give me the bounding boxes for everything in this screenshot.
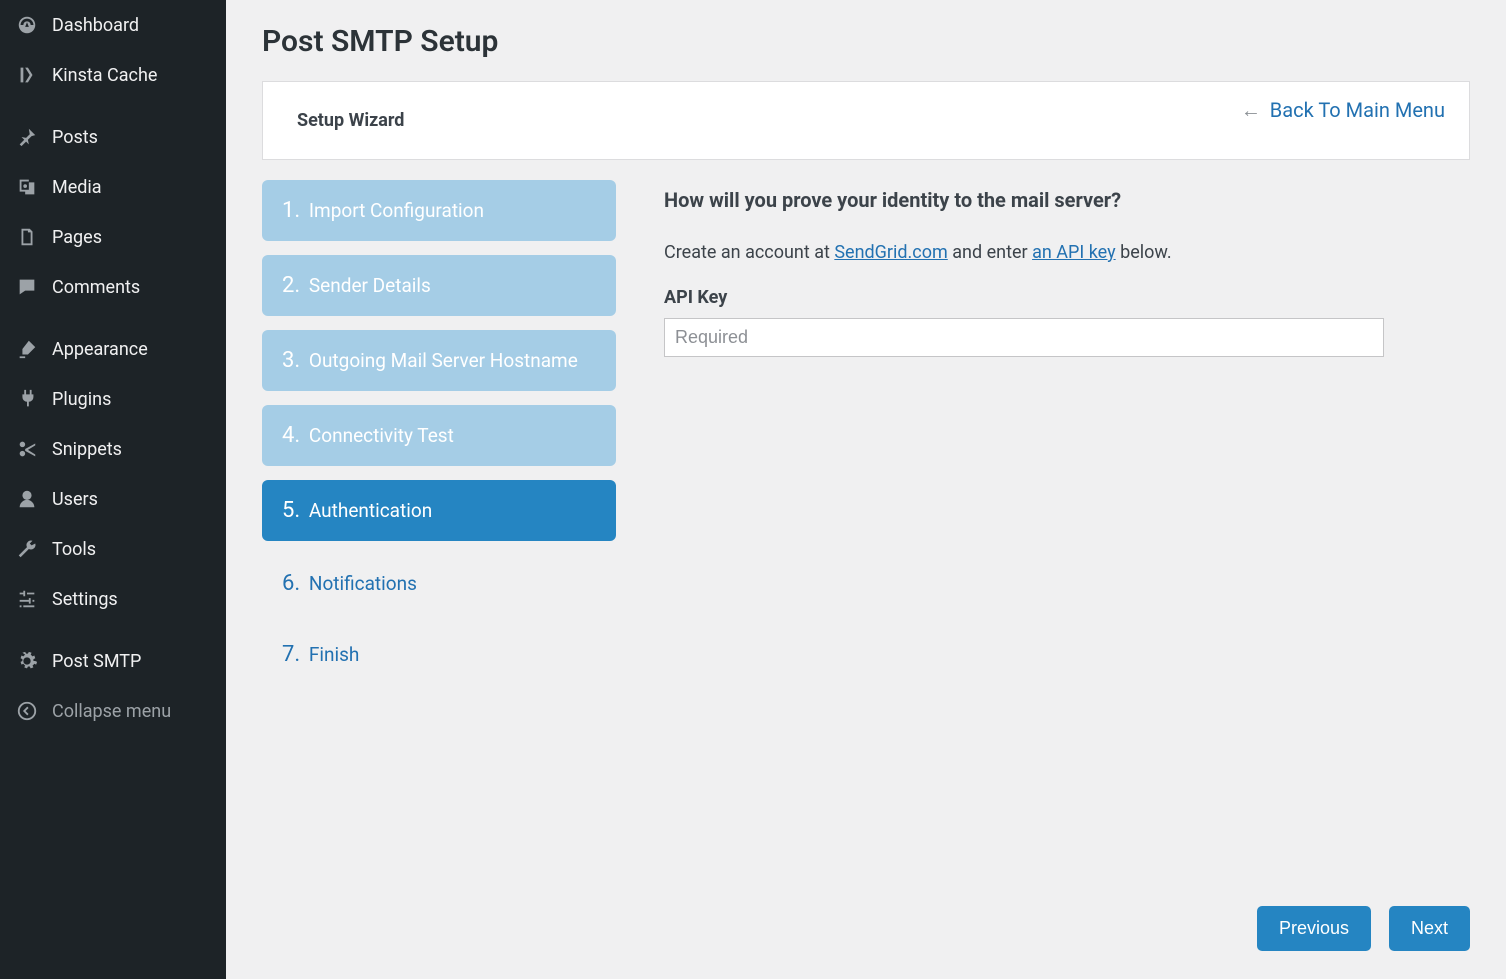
step-label: Import Configuration xyxy=(309,199,484,222)
wizard-step-1[interactable]: 1. Import Configuration xyxy=(262,180,616,241)
sidebar-item-media[interactable]: Media xyxy=(0,162,226,212)
sidebar-item-users[interactable]: Users xyxy=(0,474,226,524)
wizard-step-2[interactable]: 2. Sender Details xyxy=(262,255,616,316)
sidebar-item-label: Kinsta Cache xyxy=(52,65,157,86)
sidebar-item-label: Pages xyxy=(52,227,102,248)
api-key-link[interactable]: an API key xyxy=(1032,242,1116,263)
main-content: Post SMTP Setup ← Back To Main Menu Setu… xyxy=(226,0,1506,979)
wizard-steps: 1. Import Configuration 2. Sender Details… xyxy=(262,180,616,683)
sidebar-item-posts[interactable]: Posts xyxy=(0,112,226,162)
media-icon xyxy=(14,174,40,200)
sidebar-item-label: Snippets xyxy=(52,439,122,460)
step-label: Authentication xyxy=(309,499,432,522)
wizard-nav-buttons: Previous Next xyxy=(1257,906,1470,951)
comment-icon xyxy=(14,274,40,300)
step-label: Connectivity Test xyxy=(309,424,454,447)
step-number: 3. xyxy=(282,348,300,373)
collapse-label: Collapse menu xyxy=(52,701,171,722)
wizard-step-6[interactable]: 6. Notifications xyxy=(262,555,616,612)
sidebar-item-snippets[interactable]: Snippets xyxy=(0,424,226,474)
step-number: 2. xyxy=(282,273,300,298)
step-label: Finish xyxy=(309,643,360,666)
sidebar-item-label: Users xyxy=(52,489,98,510)
page-title: Post SMTP Setup xyxy=(262,24,1470,59)
sendgrid-link[interactable]: SendGrid.com xyxy=(834,242,947,263)
step-number: 1. xyxy=(282,198,300,223)
pages-icon xyxy=(14,224,40,250)
setup-panel: ← Back To Main Menu Setup Wizard xyxy=(262,81,1470,160)
sidebar-item-post-smtp[interactable]: Post SMTP xyxy=(0,636,226,686)
wizard-step-4[interactable]: 4. Connectivity Test xyxy=(262,405,616,466)
sidebar-item-label: Settings xyxy=(52,589,118,610)
sidebar-item-comments[interactable]: Comments xyxy=(0,262,226,312)
step-label: Outgoing Mail Server Hostname xyxy=(309,349,578,372)
api-key-input[interactable] xyxy=(664,318,1384,357)
step-number: 5. xyxy=(282,498,300,523)
collapse-icon xyxy=(14,698,40,724)
content-heading: How will you prove your identity to the … xyxy=(664,188,1470,212)
sidebar-item-pages[interactable]: Pages xyxy=(0,212,226,262)
step-number: 7. xyxy=(282,642,300,667)
kinsta-icon xyxy=(14,62,40,88)
gear-icon xyxy=(14,648,40,674)
back-to-main-link[interactable]: ← Back To Main Menu xyxy=(1241,98,1445,123)
previous-button[interactable]: Previous xyxy=(1257,906,1371,951)
arrow-left-icon: ← xyxy=(1241,98,1261,122)
sidebar-item-plugins[interactable]: Plugins xyxy=(0,374,226,424)
sidebar-item-label: Dashboard xyxy=(52,15,139,36)
brush-icon xyxy=(14,336,40,362)
content-paragraph: Create an account at SendGrid.com and en… xyxy=(664,242,1470,263)
para-text: below. xyxy=(1116,242,1172,263)
wizard-step-3[interactable]: 3. Outgoing Mail Server Hostname xyxy=(262,330,616,391)
sidebar-item-label: Appearance xyxy=(52,339,148,360)
next-button[interactable]: Next xyxy=(1389,906,1470,951)
sliders-icon xyxy=(14,586,40,612)
wizard-container: 1. Import Configuration 2. Sender Details… xyxy=(262,180,1470,683)
wizard-step-7[interactable]: 7. Finish xyxy=(262,626,616,683)
user-icon xyxy=(14,486,40,512)
back-link-label: Back To Main Menu xyxy=(1270,98,1445,122)
para-text: Create an account at xyxy=(664,242,834,263)
dashboard-icon xyxy=(14,12,40,38)
step-number: 4. xyxy=(282,423,300,448)
sidebar-item-tools[interactable]: Tools xyxy=(0,524,226,574)
admin-sidebar: Dashboard Kinsta Cache Posts Media Pages Comm… xyxy=(0,0,226,979)
step-label: Sender Details xyxy=(309,274,431,297)
sidebar-item-dashboard[interactable]: Dashboard xyxy=(0,0,226,50)
sidebar-item-settings[interactable]: Settings xyxy=(0,574,226,624)
plug-icon xyxy=(14,386,40,412)
sidebar-item-label: Plugins xyxy=(52,389,111,410)
pin-icon xyxy=(14,124,40,150)
para-text: and enter xyxy=(948,242,1032,263)
sidebar-item-label: Comments xyxy=(52,277,140,298)
sidebar-item-appearance[interactable]: Appearance xyxy=(0,324,226,374)
scissors-icon xyxy=(14,436,40,462)
sidebar-item-label: Post SMTP xyxy=(52,651,141,672)
step-label: Notifications xyxy=(309,572,417,595)
collapse-menu[interactable]: Collapse menu xyxy=(0,686,226,736)
sidebar-item-label: Posts xyxy=(52,127,98,148)
sidebar-item-kinsta-cache[interactable]: Kinsta Cache xyxy=(0,50,226,100)
wizard-step-5[interactable]: 5. Authentication xyxy=(262,480,616,541)
api-key-label: API Key xyxy=(664,287,1470,308)
sidebar-item-label: Tools xyxy=(52,539,96,560)
wrench-icon xyxy=(14,536,40,562)
step-content: How will you prove your identity to the … xyxy=(664,180,1470,683)
step-number: 6. xyxy=(282,571,300,596)
sidebar-item-label: Media xyxy=(52,177,102,198)
